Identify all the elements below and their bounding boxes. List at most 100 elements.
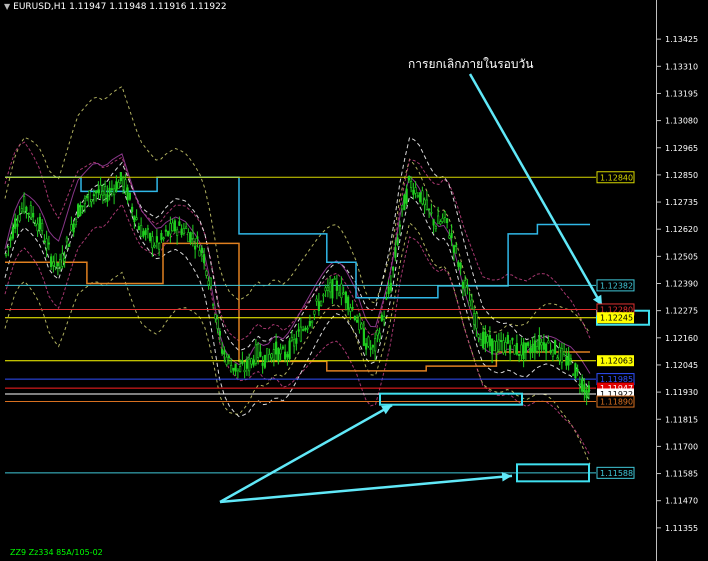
candle-body bbox=[164, 229, 167, 232]
candle-body bbox=[216, 318, 219, 329]
candle-body bbox=[482, 331, 485, 349]
candle-body bbox=[329, 282, 332, 293]
candle-body bbox=[585, 390, 588, 399]
candle-body bbox=[486, 336, 489, 343]
candle-body bbox=[432, 219, 435, 226]
candle-body bbox=[407, 176, 410, 181]
candle-body bbox=[126, 187, 129, 201]
candle-body bbox=[88, 190, 91, 207]
footer-text: ZZ9 Zz334 85A/105-02 bbox=[10, 548, 103, 557]
candle-body bbox=[286, 354, 289, 358]
candle-body bbox=[160, 232, 163, 241]
candle-body bbox=[331, 279, 334, 299]
candle-body bbox=[387, 286, 390, 295]
y-tick-label: 1.12275 bbox=[665, 307, 698, 316]
candle-body bbox=[277, 348, 280, 362]
candle-body bbox=[556, 357, 559, 360]
candle-body bbox=[209, 277, 212, 287]
candle-body bbox=[464, 280, 467, 288]
candle-body bbox=[131, 206, 134, 212]
y-tick-label: 1.13195 bbox=[665, 89, 698, 98]
candle-body bbox=[38, 216, 41, 230]
candle-body bbox=[187, 232, 190, 243]
candle-body bbox=[457, 261, 460, 267]
candle-body bbox=[272, 349, 275, 361]
candle-body bbox=[23, 196, 26, 213]
candle-body bbox=[173, 220, 176, 232]
candle-body bbox=[72, 223, 75, 233]
candle-body bbox=[572, 374, 575, 376]
candle-body bbox=[587, 385, 590, 393]
candle-body bbox=[437, 215, 440, 224]
candle-body bbox=[509, 345, 512, 354]
chart-window[interactable]: ▼ EURUSD,H1 1.11947 1.11948 1.11916 1.119… bbox=[0, 0, 708, 561]
candle-body bbox=[259, 351, 262, 357]
arrow-to-top-box bbox=[468, 73, 604, 307]
candle-body bbox=[227, 355, 230, 358]
candle-body bbox=[385, 297, 388, 300]
candle-body bbox=[421, 190, 424, 205]
price-axis[interactable]: 1.13425 1.13310 1.13195 1.13080 1.12965 1.128… bbox=[656, 35, 698, 533]
candle-body bbox=[162, 237, 165, 240]
level-label: 1.11588 bbox=[600, 469, 633, 478]
candle-body bbox=[124, 179, 127, 192]
candle-body bbox=[520, 344, 523, 356]
candle-body bbox=[241, 360, 244, 364]
candle-body bbox=[367, 336, 370, 347]
candle-body bbox=[569, 358, 572, 361]
candle-body bbox=[347, 296, 350, 310]
candle-body bbox=[180, 228, 183, 235]
candle-body bbox=[151, 236, 154, 249]
candle-body bbox=[47, 242, 50, 245]
candle-body bbox=[376, 330, 379, 336]
y-tick-label: 1.11470 bbox=[665, 497, 698, 506]
candle-body bbox=[245, 359, 248, 369]
candle-body bbox=[239, 366, 242, 373]
candle-body bbox=[563, 351, 566, 355]
candle-body bbox=[416, 195, 419, 197]
candle-body bbox=[171, 222, 174, 232]
candle-body bbox=[243, 369, 246, 373]
level-label: 1.12245 bbox=[600, 314, 633, 323]
y-tick-label: 1.11930 bbox=[665, 388, 698, 397]
candle-body bbox=[531, 344, 534, 353]
price-chart[interactable]: 1.13425 1.13310 1.13195 1.13080 1.12965 1.128… bbox=[0, 0, 708, 561]
candle-body bbox=[178, 221, 181, 226]
candle-body bbox=[513, 345, 516, 355]
y-tick-label: 1.11355 bbox=[665, 524, 698, 533]
candle-body bbox=[576, 368, 579, 372]
candle-body bbox=[414, 187, 417, 194]
candle-body bbox=[450, 232, 453, 239]
arrow-to-bottom-box-head bbox=[501, 471, 512, 482]
candle-body bbox=[133, 215, 136, 223]
candle-body bbox=[549, 349, 552, 353]
candle-body bbox=[263, 354, 266, 368]
candle-body bbox=[551, 349, 554, 357]
candle-body bbox=[536, 346, 539, 352]
candle-body bbox=[515, 343, 518, 355]
candle-body bbox=[475, 313, 478, 329]
y-tick-label: 1.13425 bbox=[665, 35, 698, 44]
candle-body bbox=[542, 342, 545, 350]
candle-body bbox=[270, 353, 273, 359]
candle-body bbox=[338, 292, 341, 296]
candle-body bbox=[335, 280, 338, 291]
candle-body bbox=[443, 211, 446, 218]
candle-body bbox=[32, 212, 35, 218]
candle-body bbox=[108, 187, 111, 194]
candle-body bbox=[295, 338, 298, 344]
y-tick-label: 1.12965 bbox=[665, 144, 698, 153]
candle-body bbox=[353, 316, 356, 320]
candle-body bbox=[250, 358, 253, 365]
candle-body bbox=[313, 310, 316, 315]
candle-body bbox=[547, 340, 550, 344]
candle-body bbox=[511, 337, 514, 341]
candle-body bbox=[506, 335, 509, 344]
candle-body bbox=[18, 214, 21, 222]
candle-body bbox=[234, 363, 237, 372]
candle-body bbox=[191, 233, 194, 239]
candle-body bbox=[99, 184, 102, 196]
candle-body bbox=[311, 320, 314, 324]
candle-body bbox=[248, 358, 251, 372]
candle-body bbox=[297, 329, 300, 332]
